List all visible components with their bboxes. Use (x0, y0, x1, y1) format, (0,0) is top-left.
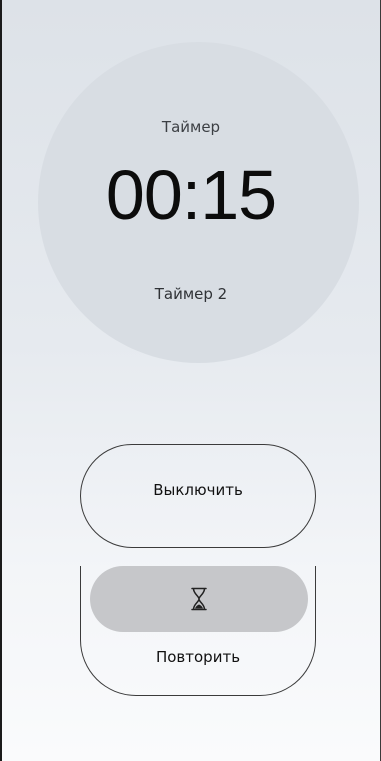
repeat-label: Повторить (155, 648, 241, 666)
turn-off-label: Выключить (153, 481, 243, 499)
timer-time-display: 00:15 (105, 156, 277, 234)
timer-name: Таймер (161, 118, 221, 136)
restart-timer-button[interactable] (90, 566, 308, 632)
timer-label: Таймер 2 (154, 285, 228, 303)
hourglass-icon (191, 587, 207, 611)
turn-off-button[interactable]: Выключить (80, 444, 316, 548)
timer-alarm-screen: Таймер 00:15 Таймер 2 Выключить Повторит… (0, 0, 381, 761)
